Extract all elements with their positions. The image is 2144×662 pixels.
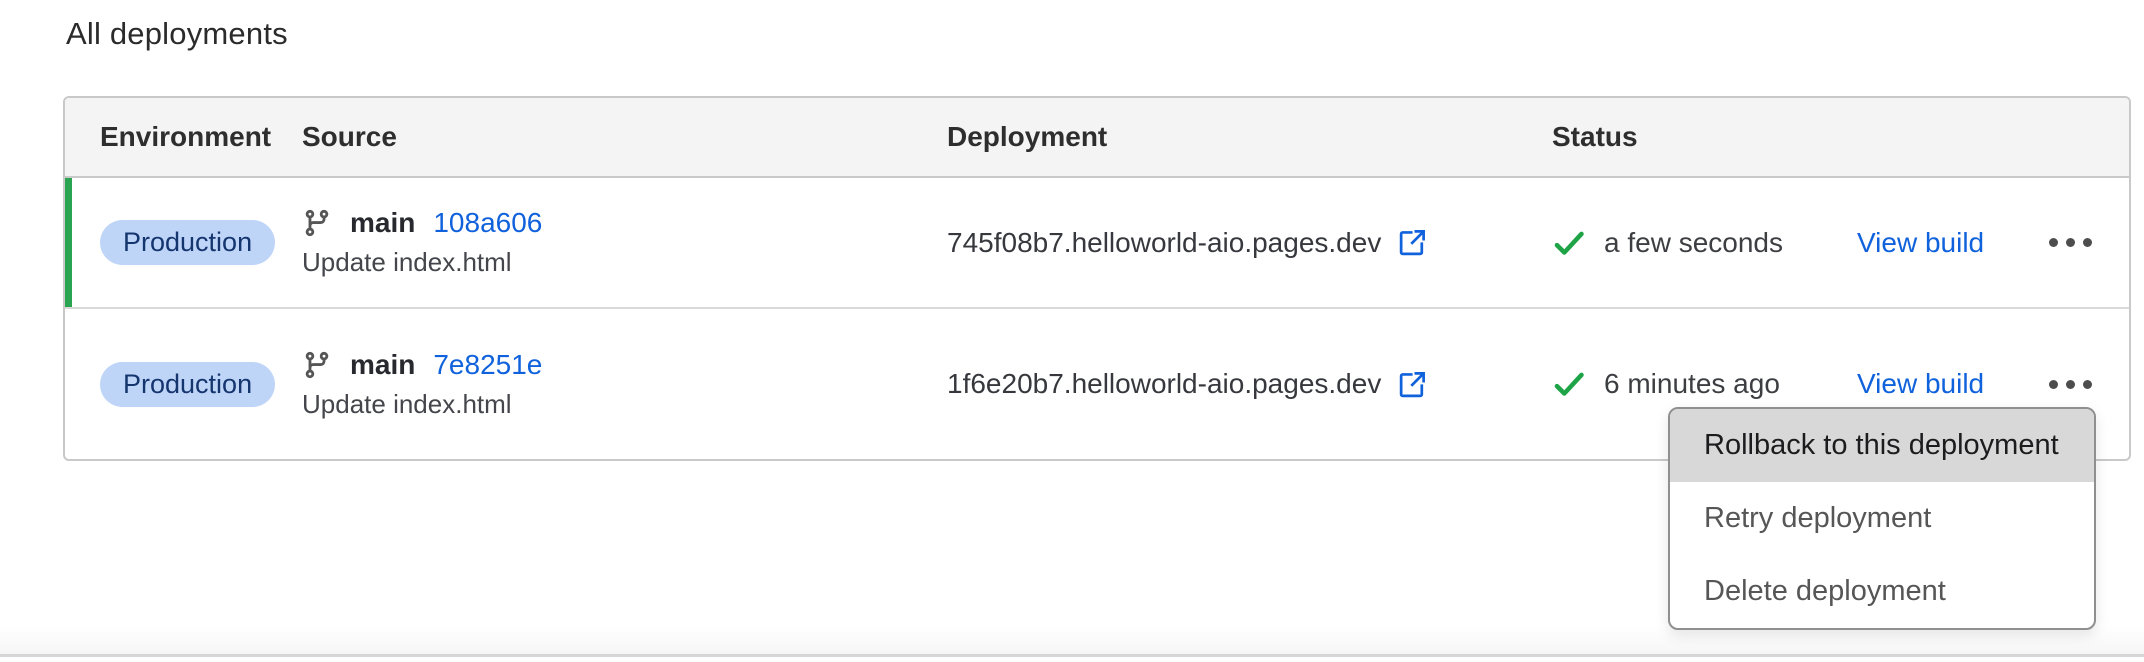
menu-item-retry[interactable]: Retry deployment (1670, 482, 2094, 555)
check-icon (1552, 367, 1586, 401)
status-time: 6 minutes ago (1604, 368, 1780, 400)
environment-badge: Production (100, 362, 275, 407)
environment-cell: Production (100, 362, 302, 407)
row-actions-ellipsis-icon[interactable] (2047, 370, 2094, 399)
status-time: a few seconds (1604, 227, 1783, 259)
deployment-cell: 745f08b7.helloworld-aio.pages.dev (947, 227, 1552, 259)
commit-message: Update index.html (302, 247, 512, 278)
deployment-url: 1f6e20b7.helloworld-aio.pages.dev (947, 368, 1381, 400)
deployment-actions-menu: Rollback to this deployment Retry deploy… (1668, 407, 2096, 630)
row-actions-ellipsis-icon[interactable] (2047, 228, 2094, 257)
environment-cell: Production (100, 220, 302, 265)
view-build-cell: View build (1857, 227, 2042, 259)
view-build-cell: View build (1857, 368, 2042, 400)
view-build-link[interactable]: View build (1857, 227, 1984, 259)
deployment-url: 745f08b7.helloworld-aio.pages.dev (947, 227, 1381, 259)
view-build-link[interactable]: View build (1857, 368, 1984, 400)
check-icon (1552, 226, 1586, 260)
menu-item-delete[interactable]: Delete deployment (1670, 555, 2094, 628)
status-cell: a few seconds (1552, 226, 1857, 260)
branch-name: main (350, 349, 415, 381)
deployment-cell: 1f6e20b7.helloworld-aio.pages.dev (947, 368, 1552, 400)
table-row: Production main 108a606 Update index.htm… (65, 178, 2129, 309)
page-title: All deployments (66, 16, 288, 52)
menu-item-rollback[interactable]: Rollback to this deployment (1670, 409, 2094, 482)
column-header-deployment: Deployment (947, 121, 1552, 153)
column-header-status: Status (1552, 121, 1857, 153)
current-deployment-indicator-bar (65, 178, 72, 307)
commit-link[interactable]: 7e8251e (433, 349, 542, 381)
external-link-icon[interactable] (1397, 227, 1428, 258)
commit-link[interactable]: 108a606 (433, 207, 542, 239)
environment-badge: Production (100, 220, 275, 265)
status-cell: 6 minutes ago (1552, 367, 1857, 401)
source-cell: main 7e8251e Update index.html (302, 349, 947, 420)
column-header-environment: Environment (100, 121, 302, 153)
commit-message: Update index.html (302, 389, 512, 420)
table-header-row: Environment Source Deployment Status (65, 98, 2129, 178)
external-link-icon[interactable] (1397, 369, 1428, 400)
git-branch-icon (302, 350, 332, 380)
source-cell: main 108a606 Update index.html (302, 207, 947, 278)
git-branch-icon (302, 208, 332, 238)
branch-name: main (350, 207, 415, 239)
column-header-source: Source (302, 121, 947, 153)
